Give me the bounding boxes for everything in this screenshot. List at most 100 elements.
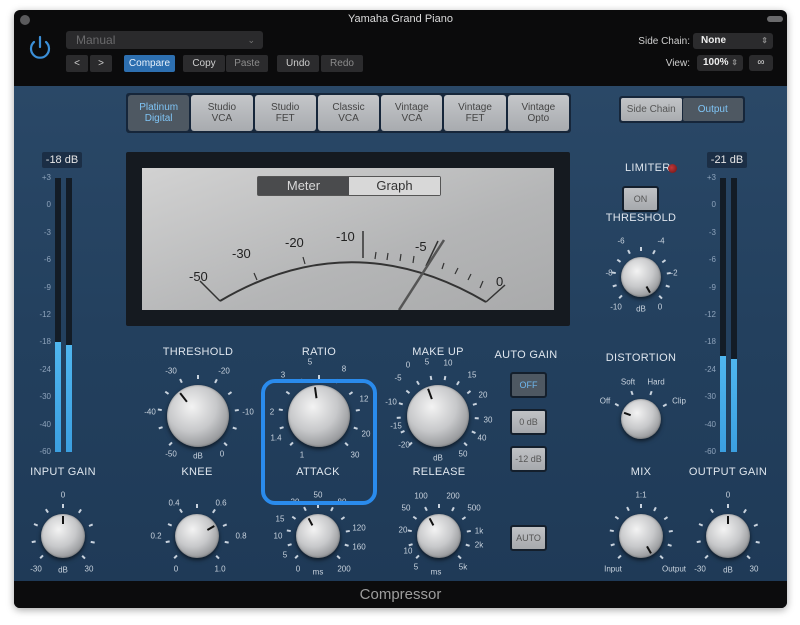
knob-tick-mark — [471, 430, 476, 434]
circuit-type-label: Vintage — [521, 102, 556, 113]
updown-arrows-icon: ⇕ — [761, 36, 768, 45]
auto-gain-minus12db-button[interactable]: -12 dB — [510, 446, 547, 472]
knob-tick-mark — [62, 504, 64, 508]
limiter-label: LIMITER — [625, 162, 671, 174]
compare-button[interactable]: Compare — [124, 55, 175, 72]
meter-channel-right — [731, 178, 737, 452]
knob-pointer — [623, 411, 632, 417]
output-gain-knob[interactable] — [706, 514, 750, 558]
limiter-threshold-knob[interactable] — [621, 257, 661, 297]
knob-tick-mark — [197, 375, 199, 379]
meter-scale-label: -60 — [39, 447, 51, 456]
circuit-type-button[interactable]: Vintage FET — [444, 95, 506, 131]
attack-knob[interactable] — [296, 514, 340, 558]
plugin-name-footer: Compressor — [14, 581, 787, 608]
circuit-type-button[interactable]: Vintage VCA — [381, 95, 443, 131]
knob-tick-mark — [663, 516, 668, 521]
knob-tick-mark — [747, 555, 752, 560]
knob-scale-label: 160 — [352, 542, 366, 552]
meter-level-fill — [720, 356, 726, 452]
side-chain-view-button[interactable]: Side Chain — [621, 98, 682, 121]
circuit-type-button[interactable]: Vintage Opto — [507, 95, 569, 131]
knob-scale-label: -8 — [605, 268, 613, 278]
circuit-type-button[interactable]: Studio VCA — [191, 95, 253, 131]
input-gain-knob[interactable] — [41, 514, 85, 558]
collapse-button[interactable] — [767, 16, 783, 22]
mix-knob[interactable] — [619, 514, 663, 558]
makeup-knob[interactable] — [407, 385, 469, 447]
knee-knob[interactable] — [175, 514, 219, 558]
knob-tick-mark — [465, 543, 470, 547]
link-button[interactable]: ∞ — [749, 55, 773, 71]
power-icon[interactable] — [26, 34, 54, 62]
knob-tick-mark — [407, 530, 412, 533]
knee-label: KNEE — [181, 466, 213, 478]
vu-label: -5 — [415, 239, 427, 254]
output-gain-label: OUTPUT GAIN — [688, 466, 768, 478]
knob-tick-mark — [77, 508, 82, 514]
view-zoom-select[interactable]: 100% ⇕ — [697, 55, 743, 71]
auto-gain-off-button[interactable]: OFF — [510, 372, 547, 398]
meter-scale-label: -6 — [708, 255, 716, 265]
knob-scale-label: 10 — [443, 358, 453, 368]
threshold-knob[interactable] — [167, 385, 229, 447]
limiter-on-button[interactable]: ON — [622, 186, 659, 212]
circuit-type-label: Vintage — [458, 102, 492, 113]
copy-button[interactable]: Copy — [183, 55, 225, 72]
circuit-type-label: VCA — [338, 113, 359, 124]
auto-gain-0db-button[interactable]: 0 dB — [510, 409, 547, 435]
undo-button[interactable]: Undo — [277, 55, 319, 72]
knob-tick-mark — [224, 540, 229, 543]
circuit-type-button[interactable]: Platinum Digital — [128, 95, 190, 131]
side-chain-select[interactable]: None ⇕ — [693, 33, 773, 49]
meter-scale-label: -60 — [704, 447, 716, 456]
circuit-type-button[interactable]: Studio FET — [254, 95, 316, 131]
auto-release-button[interactable]: AUTO — [510, 525, 547, 551]
knob-tick-mark — [665, 284, 670, 287]
knob-scale-label: 10 — [403, 546, 413, 556]
output-view-button[interactable]: Output — [682, 98, 743, 121]
meter-scale-label: -40 — [704, 419, 716, 429]
knob-pointer — [645, 286, 651, 294]
vu-meter-face: Meter Graph -50 -30 -20 -10 -5 0 — [142, 168, 554, 310]
previous-preset-button[interactable]: < — [66, 55, 88, 72]
knob-scale-label: -10 — [385, 397, 397, 407]
knob-unit-label: ms — [312, 567, 324, 577]
preset-dropdown[interactable]: Manual ⌄ — [66, 31, 263, 49]
paste-button[interactable]: Paste — [226, 55, 268, 72]
distortion-label: DISTORTION — [605, 352, 677, 364]
knob-tick-mark — [216, 555, 221, 560]
circuit-type-button[interactable]: Classic VCA — [317, 95, 380, 131]
knob-tick-mark — [345, 530, 350, 533]
chevron-down-icon: ⌄ — [247, 35, 255, 45]
knob-tick-mark — [461, 516, 466, 521]
release-knob[interactable] — [417, 514, 461, 558]
knob-unit-label: dB — [193, 451, 203, 461]
knob-tick-mark — [344, 543, 349, 547]
redo-button[interactable]: Redo — [321, 55, 363, 72]
knob-scale-label: -40 — [144, 407, 156, 417]
knob-scale-label: Hard — [647, 377, 665, 387]
knob-scale-label: 5 — [307, 357, 313, 367]
mix-label: MIX — [630, 466, 652, 478]
knob-tick-mark — [214, 379, 218, 384]
knob-scale-label: -30 — [694, 564, 706, 574]
meter-scale-label: -40 — [39, 419, 51, 429]
knob-tick-mark — [412, 516, 417, 521]
title-bar: Yamaha Grand Piano — [14, 10, 787, 30]
knob-scale-label: Clip — [672, 396, 686, 406]
knob-tick-mark — [640, 247, 642, 251]
window-title: Yamaha Grand Piano — [348, 13, 453, 25]
knob-tick-mark — [443, 375, 447, 380]
meter-scale-label: +3 — [41, 173, 51, 182]
knob-tick-mark — [397, 417, 402, 420]
knob-tick-mark — [616, 258, 621, 263]
distortion-knob[interactable] — [621, 399, 661, 439]
knob-unit-label: dB — [58, 565, 68, 575]
knob-tick-mark — [337, 555, 342, 560]
next-preset-button[interactable]: > — [90, 55, 112, 72]
meter-channel-left — [720, 178, 726, 452]
knob-tick-mark — [614, 516, 619, 521]
knob-tick-mark — [709, 508, 714, 514]
knob-tick-mark — [178, 379, 182, 384]
